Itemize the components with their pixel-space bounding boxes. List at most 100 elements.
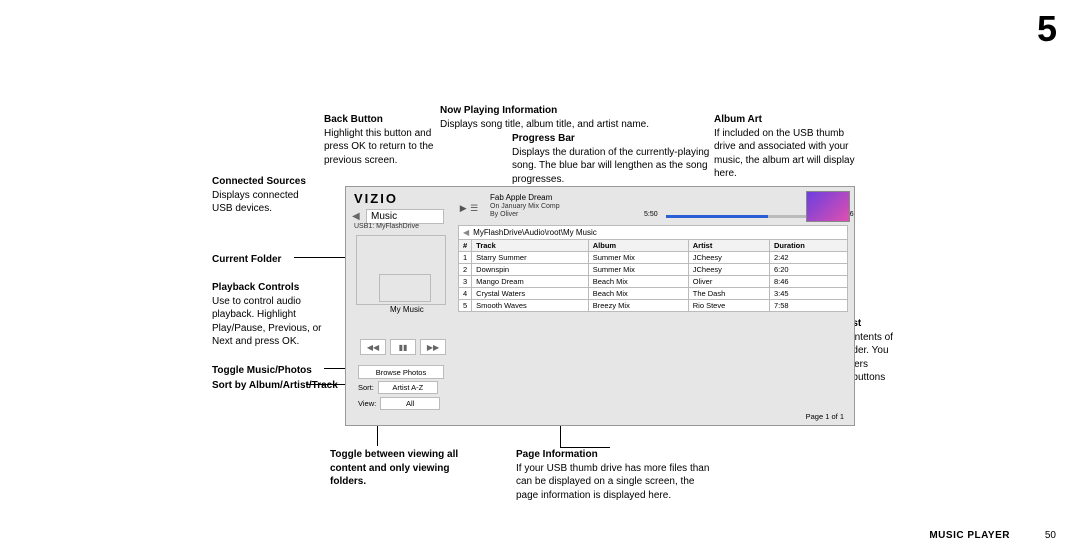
cell-duration: 7:58 <box>770 300 848 312</box>
cell-album: Breezy Mix <box>588 300 688 312</box>
cell-track: Downspin <box>472 264 589 276</box>
cell-idx: 4 <box>459 288 472 300</box>
next-button[interactable]: ▶▶ <box>420 339 446 355</box>
th-track[interactable]: Track <box>472 240 589 252</box>
ann-album-art-body: If included on the USB thumb drive and a… <box>714 128 855 180</box>
ann-album-art-title: Album Art <box>714 114 762 125</box>
cell-duration: 3:45 <box>770 288 848 300</box>
play-status-icon: ▶☰ <box>458 201 480 215</box>
table-row[interactable]: 1Starry SummerSummer MixJCheesy2:42 <box>459 252 848 264</box>
ann-back-button-body: Highlight this button and press OK to re… <box>324 128 434 166</box>
ann-page-info: Page Information If your USB thumb drive… <box>516 448 716 502</box>
ann-sort-title: Sort by Album/Artist/Track <box>212 380 338 391</box>
folder-tree <box>356 235 446 305</box>
view-row: View: All <box>358 397 440 410</box>
ann-back-button: Back Button Highlight this button and pr… <box>324 113 444 167</box>
folder-icon[interactable] <box>379 274 431 302</box>
ann-toggle-view: Toggle between viewing all content and o… <box>330 448 460 489</box>
cell-idx: 1 <box>459 252 472 264</box>
breadcrumb-text: MyFlashDrive\Audio\root\My Music <box>473 228 597 237</box>
th-artist[interactable]: Artist <box>688 240 769 252</box>
cell-track: Mango Dream <box>472 276 589 288</box>
view-select[interactable]: All <box>380 397 440 410</box>
ann-progress-body: Displays the duration of the currently-p… <box>512 147 709 185</box>
cell-idx: 3 <box>459 276 472 288</box>
sort-select[interactable]: Artist A-Z <box>378 381 438 394</box>
cell-track: Starry Summer <box>472 252 589 264</box>
cell-idx: 2 <box>459 264 472 276</box>
page-number: 50 <box>1045 530 1056 541</box>
chevron-left-icon: ◀ <box>463 228 469 237</box>
cell-duration: 8:46 <box>770 276 848 288</box>
cell-track: Smooth Waves <box>472 300 589 312</box>
album-art <box>806 191 850 222</box>
cell-artist: JCheesy <box>688 264 769 276</box>
ann-cs-body: Displays connected USB devices. <box>212 190 299 215</box>
current-folder-label: My Music <box>390 305 424 314</box>
page-info: Page 1 of 1 <box>806 412 844 421</box>
ann-current-folder: Current Folder <box>212 253 322 267</box>
ann-playback-controls: Playback Controls Use to control audio p… <box>212 281 342 349</box>
music-player-ui: VIZIO ◀ Music USB1: MyFlashDrive My Musi… <box>345 186 855 426</box>
ann-pc-body: Use to control audio playback. Highlight… <box>212 296 322 348</box>
ann-progress-title: Progress Bar <box>512 133 575 144</box>
cell-album: Beach Mix <box>588 276 688 288</box>
view-label: View: <box>358 399 376 408</box>
ann-cf-title: Current Folder <box>212 254 281 265</box>
cell-album: Summer Mix <box>588 264 688 276</box>
sort-row: Sort: Artist A-Z <box>358 381 438 394</box>
np-album: On January Mix Comp <box>490 203 560 210</box>
ann-progress: Progress Bar Displays the duration of th… <box>512 132 712 186</box>
cell-duration: 6:20 <box>770 264 848 276</box>
ann-tv-title: Toggle between viewing all content and o… <box>330 449 458 487</box>
ann-album-art: Album Art If included on the USB thumb d… <box>714 113 864 181</box>
mode-music[interactable]: Music <box>366 209 444 224</box>
time-elapsed: 5:50 <box>644 211 658 218</box>
ann-now-playing: Now Playing Information Displays song ti… <box>440 104 700 131</box>
back-button[interactable]: ◀ <box>352 211 362 223</box>
ann-pi-body: If your USB thumb drive has more files t… <box>516 463 709 501</box>
footer-label: MUSIC PLAYER <box>929 530 1010 541</box>
cell-duration: 2:42 <box>770 252 848 264</box>
ann-pc-title: Playback Controls <box>212 282 299 293</box>
ann-toggle-mp: Toggle Music/Photos <box>212 364 342 378</box>
table-row[interactable]: 5Smooth WavesBreezy MixRio Steve7:58 <box>459 300 848 312</box>
track-table: # Track Album Artist Duration 1Starry Su… <box>458 239 848 312</box>
ann-sort-by: Sort by Album/Artist/Track <box>212 379 342 393</box>
cell-album: Summer Mix <box>588 252 688 264</box>
cell-artist: Rio Steve <box>688 300 769 312</box>
table-row[interactable]: 4Crystal WatersBeach MixThe Dash3:45 <box>459 288 848 300</box>
play-pause-button[interactable]: ▮▮ <box>390 339 416 355</box>
cell-artist: The Dash <box>688 288 769 300</box>
ann-back-button-title: Back Button <box>324 114 383 125</box>
th-album[interactable]: Album <box>588 240 688 252</box>
vizio-logo: VIZIO <box>354 191 398 206</box>
np-artist: By Oliver <box>490 211 518 218</box>
cell-track: Crystal Waters <box>472 288 589 300</box>
ann-connected-sources: Connected Sources Displays connected USB… <box>212 175 322 216</box>
callout-line <box>560 447 610 448</box>
browse-photos-button[interactable]: Browse Photos <box>358 365 444 379</box>
cell-artist: JCheesy <box>688 252 769 264</box>
ann-cs-title: Connected Sources <box>212 176 306 187</box>
th-duration[interactable]: Duration <box>770 240 848 252</box>
chapter-number: 5 <box>1037 8 1056 50</box>
table-header: # Track Album Artist Duration <box>459 240 848 252</box>
np-title: Fab Apple Dream <box>490 193 552 202</box>
playback-controls: ◀◀ ▮▮ ▶▶ <box>360 339 446 355</box>
sort-label: Sort: <box>358 383 374 392</box>
cell-artist: Oliver <box>688 276 769 288</box>
breadcrumb-path[interactable]: ◀ MyFlashDrive\Audio\root\My Music <box>458 225 848 240</box>
progress-filled <box>666 215 768 218</box>
prev-button[interactable]: ◀◀ <box>360 339 386 355</box>
table-row[interactable]: 3Mango DreamBeach MixOliver8:46 <box>459 276 848 288</box>
usb-device[interactable]: USB1: MyFlashDrive <box>354 223 419 230</box>
ann-now-playing-body: Displays song title, album title, and ar… <box>440 119 649 130</box>
cell-idx: 5 <box>459 300 472 312</box>
ann-pi-title: Page Information <box>516 449 598 460</box>
ann-now-playing-title: Now Playing Information <box>440 105 557 116</box>
table-row[interactable]: 2DownspinSummer MixJCheesy6:20 <box>459 264 848 276</box>
cell-album: Beach Mix <box>588 288 688 300</box>
th-idx[interactable]: # <box>459 240 472 252</box>
ann-tmp-title: Toggle Music/Photos <box>212 365 312 376</box>
